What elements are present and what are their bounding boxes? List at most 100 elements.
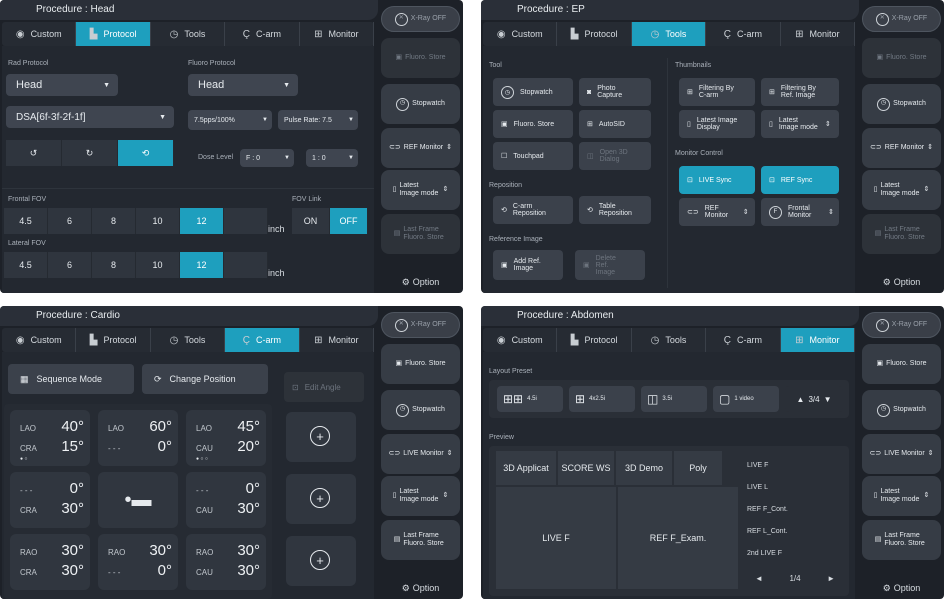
source-list-item[interactable]: REF F_Cont. [747,506,788,513]
angle-card[interactable]: - - - 0° CRA 30° [10,472,90,528]
preset-pager[interactable]: ▲ 3/4 ▼ [785,386,843,412]
tab-carm[interactable]: Ç C-arm [706,22,781,46]
sequence-mode-button[interactable]: ▦ Sequence Mode [8,364,134,394]
tab-tools[interactable]: ◷ Tools [151,328,226,352]
xray-off-button[interactable]: ✕ X-Ray OFF [381,6,460,32]
add-ref-image-button[interactable]: ▣ Add Ref. Image [493,250,563,280]
rotate-icon[interactable]: ⟲ [118,140,174,166]
xray-off-button[interactable]: ✕ X-Ray OFF [862,312,941,338]
ref-monitor-button[interactable]: ⊂⊃ REF Monitor ⇕ [862,128,941,168]
stopwatch-tool-button[interactable]: ◷ Stopwatch [493,78,573,106]
fluoro-store-button[interactable]: ▣ Fluoro. Store [381,38,460,78]
rotate-icon[interactable]: ↻ [62,140,118,166]
prev-arrow-icon[interactable]: ◄ [755,574,763,583]
xray-off-button[interactable]: ✕ X-Ray OFF [381,312,460,338]
latest-image-mode-button[interactable]: ▯ Latest Image mode ⇕ [381,170,460,210]
angle-card[interactable]: LAO 45° CAU 20° ● ○ ○ [186,410,266,466]
option-button[interactable]: ⚙ Option [862,568,941,599]
preview-cell[interactable]: SCORE WS [557,450,615,486]
last-frame-store-button[interactable]: ▤ Last Frame Fluoro. Store [381,520,460,560]
tab-monitor[interactable]: ⊞ Monitor [781,22,856,46]
latest-image-display-button[interactable]: ▯ Latest Image Display [679,110,755,138]
add-position-button[interactable]: + [286,474,356,524]
fov-option[interactable]: 8 [92,208,136,234]
carm-reposition-button[interactable]: ⟲ C-arm Reposition [493,196,573,224]
preview-cell-large[interactable]: REF F_Exam. [617,486,739,590]
angle-card[interactable]: RAO 30° CRA 30° [10,534,90,590]
tab-protocol[interactable]: ▙ Protocol [557,328,632,352]
last-frame-store-button[interactable]: ▤ Last Frame Fluoro. Store [862,520,941,560]
fluoro-store-button[interactable]: ▣ Fluoro. Store [862,38,941,78]
preview-cell[interactable]: 3D Demo [615,450,673,486]
dose-f-select[interactable]: F : 0 ▼ [240,149,294,167]
change-position-button[interactable]: ⟳ Change Position [142,364,268,394]
source-list-item[interactable]: REF L_Cont. [747,528,787,535]
option-button[interactable]: ⚙ Option [381,262,460,293]
pulse-rate-select[interactable]: Pulse Rate: 7.5 ▼ [278,110,358,130]
pps-select[interactable]: 7.5pps/100% ▼ [188,110,272,130]
tab-tools[interactable]: ◷ Tools [632,328,707,352]
dsa-select[interactable]: DSA[6f-3f-2f-1f] ▼ [6,106,174,128]
tab-carm[interactable]: Ç C-arm [225,328,300,352]
preset-button[interactable]: ◫ 3.5i [641,386,707,412]
fov-option-selected[interactable]: 12 [180,252,224,278]
tab-protocol[interactable]: ▙ Protocol [76,328,151,352]
tab-monitor[interactable]: ⊞ Monitor [300,22,375,46]
add-position-button[interactable]: + [286,412,356,462]
tab-custom[interactable]: ◉ Custom [2,328,77,352]
fov-option[interactable]: 10 [136,252,180,278]
tab-custom[interactable]: ◉ Custom [2,22,77,46]
source-list-item[interactable]: LIVE L [747,484,768,491]
preview-cell-large[interactable]: LIVE F [495,486,617,590]
latest-image-mode-button[interactable]: ▯ Latest Image mode ⇕ [862,170,941,210]
preset-button[interactable]: ▢ 1 video [713,386,779,412]
edit-angle-button[interactable]: ⊡ Edit Angle [284,372,364,402]
preset-button[interactable]: ⊞ 4x2.5i [569,386,635,412]
live-monitor-button[interactable]: ⊂⊃ LIVE Monitor ⇕ [862,434,941,474]
fluoro-store-button[interactable]: ▣ Fluoro. Store [862,344,941,384]
fov-option[interactable]: 10 [136,208,180,234]
tab-monitor[interactable]: ⊞ Monitor [300,328,375,352]
add-position-button[interactable]: + [286,536,356,586]
ref-sync-button[interactable]: ⊡ REF Sync [761,166,839,194]
tab-custom[interactable]: ◉ Custom [483,22,558,46]
preview-cell[interactable]: 3D Applicat [495,450,557,486]
source-list-item[interactable]: 2nd LIVE F [747,550,782,557]
angle-card[interactable]: - - - 0° CAU 30° [186,472,266,528]
stopwatch-button[interactable]: ◷ Stopwatch [381,84,460,124]
preset-button[interactable]: ⊞⊞ 4.5i [497,386,563,412]
fov-option[interactable]: 8 [92,252,136,278]
fluoro-protocol-select[interactable]: Head ▼ [188,74,298,96]
preview-cell[interactable]: Poly [673,450,723,486]
patient-position-card[interactable]: •▬ [98,472,178,528]
fov-option-selected[interactable]: 12 [180,208,224,234]
last-frame-store-button[interactable]: ▤ Last Frame Fluoro. Store [381,214,460,254]
photo-capture-button[interactable]: ◙ Photo Capture [579,78,651,106]
live-sync-button[interactable]: ⊡ LIVE Sync [679,166,755,194]
fluoro-store-tool-button[interactable]: ▣ Fluoro. Store [493,110,573,138]
table-reposition-button[interactable]: ⟲ Table Reposition [579,196,651,224]
tab-protocol[interactable]: ▙ Protocol [76,22,151,46]
fov-option[interactable]: 6 [48,252,92,278]
tab-carm[interactable]: Ç C-arm [225,22,300,46]
last-frame-store-button[interactable]: ▤ Last Frame Fluoro. Store [862,214,941,254]
delete-ref-image-button[interactable]: ▣ Delete Ref. Image [575,250,645,280]
autosid-button[interactable]: ⊞ AutoSID [579,110,651,138]
fov-link-on[interactable]: ON [292,208,330,234]
frontal-monitor-button[interactable]: F Frontal Monitor ⇕ [761,198,839,226]
fov-link-off[interactable]: OFF [330,208,368,234]
open-3d-dialog-button[interactable]: ◫ Open 3D Dialog [579,142,651,170]
latest-image-mode-button[interactable]: ▯ Latest Image mode ⇕ [381,476,460,516]
latest-image-mode-button[interactable]: ▯ Latest Image mode ⇕ [862,476,941,516]
fov-option[interactable]: 6 [48,208,92,234]
dose-ratio-select[interactable]: 1 : 0 ▼ [306,149,358,167]
tab-tools[interactable]: ◷ Tools [631,22,707,46]
ref-monitor-button[interactable]: ⊂⊃ REF Monitor ⇕ [381,128,460,168]
rotate-icon[interactable]: ↺ [6,140,62,166]
angle-card[interactable]: RAO 30° CAU 30° [186,534,266,590]
option-button[interactable]: ⚙ Option [381,568,460,599]
fov-option[interactable]: 4.5 [4,252,48,278]
rad-protocol-select[interactable]: Head ▼ [6,74,118,96]
live-monitor-button[interactable]: ⊂⊃ LIVE Monitor ⇕ [381,434,460,474]
stopwatch-button[interactable]: ◷ Stopwatch [862,390,941,430]
